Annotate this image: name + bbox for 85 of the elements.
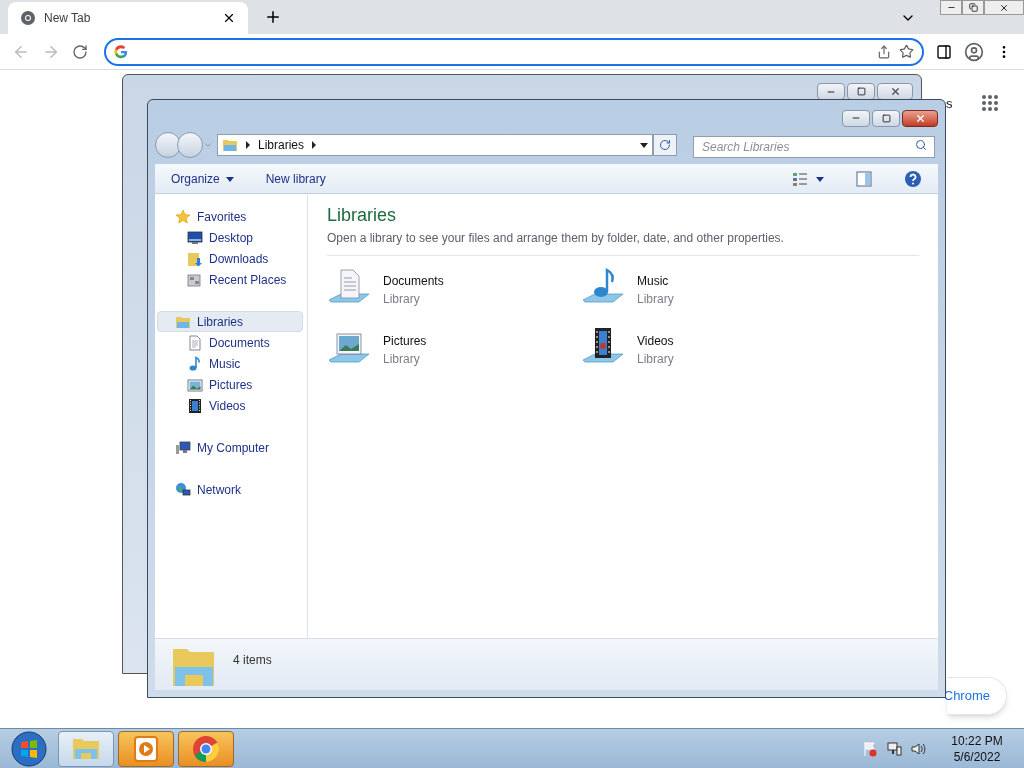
view-list-icon xyxy=(792,170,808,187)
nav-item[interactable]: Documents xyxy=(157,332,303,353)
breadcrumb-arrow-icon[interactable] xyxy=(310,141,319,149)
new-tab-icon[interactable] xyxy=(264,8,282,26)
library-name: Videos xyxy=(637,333,674,350)
library-type: Library xyxy=(383,291,421,308)
profile-icon[interactable] xyxy=(964,41,984,62)
refresh-icon xyxy=(659,139,671,151)
clock[interactable]: 10:22 PM 5/6/2022 xyxy=(942,732,1012,765)
close-icon xyxy=(889,86,901,97)
breadcrumb-arrow-icon[interactable] xyxy=(244,141,252,149)
item-count: 4 items xyxy=(233,652,272,669)
network-icon xyxy=(175,481,191,498)
search-icon xyxy=(915,139,927,151)
breadcrumb-item[interactable]: Libraries xyxy=(258,136,305,154)
share-icon[interactable] xyxy=(877,44,891,59)
library-item[interactable]: Documents Library xyxy=(327,264,581,316)
close-tab-icon[interactable] xyxy=(222,11,236,25)
windows-logo-icon xyxy=(11,730,47,767)
address-field[interactable] xyxy=(104,37,924,66)
taskbar-app[interactable] xyxy=(118,730,174,767)
page-heading: Libraries xyxy=(327,204,398,227)
nav-item[interactable]: Videos xyxy=(157,395,303,416)
refresh-button[interactable] xyxy=(653,134,677,156)
library-name: Documents xyxy=(383,273,444,290)
library-name: Pictures xyxy=(383,333,427,350)
side-panel-icon[interactable] xyxy=(936,43,952,60)
close-icon xyxy=(999,2,1009,13)
monitor-icon xyxy=(187,229,203,246)
bookmark-star-icon[interactable] xyxy=(899,44,914,59)
library-name: Music xyxy=(637,273,670,290)
search-field[interactable]: Search Libraries xyxy=(693,136,935,158)
close-button[interactable] xyxy=(902,109,938,127)
nav-item[interactable]: Network xyxy=(157,479,303,500)
music-note-icon xyxy=(187,355,203,372)
library-type: Library xyxy=(637,351,674,368)
view-options-button[interactable] xyxy=(792,170,824,187)
reload-icon[interactable] xyxy=(72,43,88,60)
address-bar[interactable]: Libraries xyxy=(217,134,653,156)
nav-item[interactable]: Music xyxy=(157,353,303,374)
restore-button[interactable] xyxy=(962,0,984,15)
link-text[interactable]: s xyxy=(946,94,953,114)
dropdown-arrow-icon[interactable] xyxy=(640,141,648,149)
maximize-icon xyxy=(856,87,866,96)
recent-places-icon xyxy=(187,271,203,288)
folder-download-icon xyxy=(187,250,203,267)
caret-icon xyxy=(225,174,234,183)
toolbar-button[interactable]: New library xyxy=(265,169,326,188)
network-icon[interactable] xyxy=(886,740,902,757)
picture-icon xyxy=(187,376,203,393)
maximize-button[interactable] xyxy=(872,109,900,127)
maximize-icon xyxy=(881,113,891,123)
google-icon xyxy=(114,44,128,59)
toolbar-button[interactable]: Organize xyxy=(171,169,234,188)
library-folder-icon xyxy=(222,137,238,153)
nav-item[interactable]: Pictures xyxy=(157,374,303,395)
nav-item[interactable]: Desktop xyxy=(157,227,303,248)
volume-icon[interactable] xyxy=(910,740,926,757)
computer-icon xyxy=(175,439,191,456)
nav-item[interactable]: Favorites xyxy=(157,206,303,227)
close-icon xyxy=(914,112,926,124)
page-description: Open a library to see your files and arrange them by folder, date, and other properties. xyxy=(327,229,919,256)
film-icon xyxy=(187,397,203,414)
nav-item[interactable]: Recent Places xyxy=(157,269,303,290)
nav-item[interactable]: Libraries xyxy=(157,311,303,332)
restore-icon xyxy=(968,3,978,12)
library-item[interactable]: Pictures Library xyxy=(327,324,581,376)
library-item[interactable]: Music Library xyxy=(581,264,835,316)
library-item[interactable]: Videos Library xyxy=(581,324,835,376)
apps-grid-icon[interactable] xyxy=(981,94,999,112)
customize-chrome-button[interactable]: Chrome xyxy=(947,677,1007,715)
caret-icon xyxy=(816,174,824,183)
document-icon xyxy=(187,334,203,351)
star-icon xyxy=(175,208,191,225)
nav-item[interactable]: My Computer xyxy=(157,437,303,458)
library-type: Library xyxy=(637,291,674,308)
library-type: Library xyxy=(383,351,421,368)
browser-tab[interactable]: New Tab xyxy=(8,2,248,34)
taskbar-app[interactable] xyxy=(178,730,234,767)
action-center-flag-icon[interactable] xyxy=(862,740,878,757)
tab-title: New Tab xyxy=(44,10,92,27)
nav-item[interactable]: Downloads xyxy=(157,248,303,269)
taskbar-app[interactable] xyxy=(58,730,114,767)
help-icon[interactable] xyxy=(904,169,922,188)
browser-icon xyxy=(20,10,36,26)
